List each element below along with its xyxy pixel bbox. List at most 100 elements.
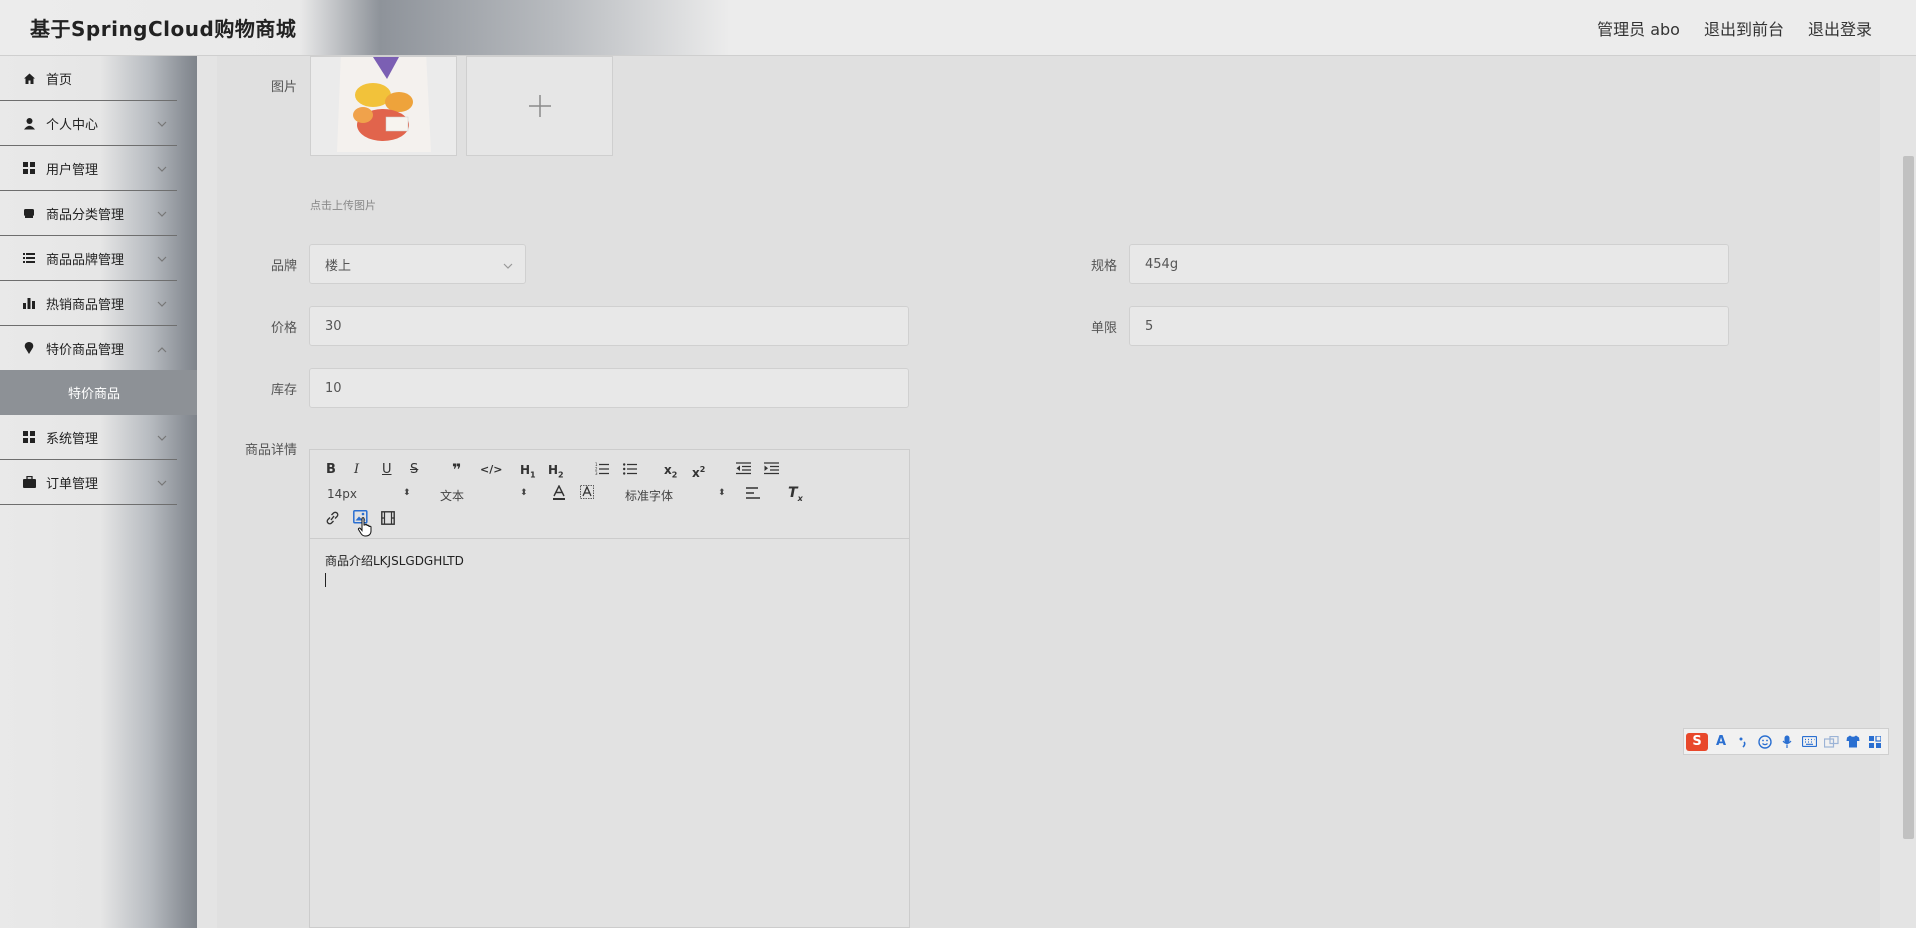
- back-to-front-link[interactable]: 退出到前台: [1704, 16, 1784, 40]
- pin-icon: [22, 341, 36, 355]
- price-input[interactable]: 30: [309, 306, 909, 346]
- ime-emoji-icon[interactable]: [1756, 733, 1774, 751]
- font-size-picker[interactable]: 14px ⬍: [327, 487, 411, 501]
- sidebar-item-hot[interactable]: 热销商品管理: [0, 281, 177, 326]
- ime-skin-icon[interactable]: [1844, 733, 1862, 751]
- sidebar-item-label: 个人中心: [46, 117, 99, 133]
- sidebar: 首页 个人中心 用户管理 商品分类管理 商品品牌管理 热销商品管理 特价商品管理…: [0, 56, 197, 928]
- limit-input-value: 5: [1145, 318, 1154, 334]
- logout-link[interactable]: 退出登录: [1808, 16, 1872, 40]
- superscript-icon[interactable]: x2: [692, 462, 705, 481]
- sidebar-item-users[interactable]: 用户管理: [0, 146, 177, 191]
- sidebar-item-category[interactable]: 商品分类管理: [0, 191, 177, 236]
- admin-user-link[interactable]: 管理员 abo: [1597, 16, 1680, 40]
- sidebar-item-orders[interactable]: 订单管理: [0, 460, 177, 505]
- updown-arrow-icon: ⬍: [403, 488, 411, 498]
- ime-voice-icon[interactable]: [1778, 733, 1796, 751]
- font-family-picker[interactable]: 标准字体 ⬍: [625, 487, 727, 504]
- upload-tip: 点击上传图片: [310, 199, 376, 212]
- scrollbar-thumb[interactable]: [1903, 156, 1914, 839]
- underline-icon[interactable]: U: [382, 462, 392, 478]
- sidebar-item-label: 系统管理: [46, 431, 99, 447]
- brand-select[interactable]: 楼上: [309, 244, 526, 284]
- sogou-logo-icon[interactable]: S: [1686, 732, 1708, 751]
- chevron-down-icon: [157, 162, 167, 177]
- italic-icon[interactable]: I: [354, 462, 359, 478]
- ime-punctuation-icon[interactable]: [1734, 733, 1752, 751]
- link-icon[interactable]: [325, 511, 340, 525]
- sidebar-item-label: 商品品牌管理: [46, 252, 125, 268]
- ime-mode-icon[interactable]: A: [1712, 733, 1730, 751]
- upload-image-button[interactable]: [466, 56, 613, 156]
- limit-input[interactable]: 5: [1129, 306, 1729, 346]
- sidebar-item-brand[interactable]: 商品品牌管理: [0, 236, 177, 281]
- top-header: 基于SpringCloud购物商城 管理员 abo 退出到前台 退出登录: [0, 0, 1916, 56]
- ime-more-icon[interactable]: [1866, 733, 1884, 751]
- list-icon: [22, 251, 36, 265]
- sidebar-subitem-special-goods[interactable]: 特价商品: [0, 370, 197, 415]
- plus-icon: [528, 95, 551, 117]
- sidebar-item-home[interactable]: 首页: [0, 56, 177, 101]
- indent-icon[interactable]: [764, 462, 779, 475]
- font-color-icon[interactable]: [552, 485, 566, 500]
- bullet-list-icon[interactable]: [623, 462, 637, 475]
- code-icon[interactable]: </>: [480, 462, 502, 478]
- updown-arrow-icon: ⬍: [520, 488, 528, 498]
- chevron-down-icon: [157, 476, 167, 491]
- heading1-icon[interactable]: H1: [520, 462, 536, 483]
- rich-text-editor: B I U S ❞ </> H1 H2 123 x2 x2 14px ⬍ 文本 …: [309, 449, 910, 928]
- outdent-icon[interactable]: [736, 462, 751, 475]
- chevron-down-icon: [157, 207, 167, 222]
- editor-content[interactable]: 商品介绍LKJSLGDGHLTD: [310, 540, 909, 927]
- bold-icon[interactable]: B: [326, 462, 336, 478]
- stock-input[interactable]: 10: [309, 368, 909, 408]
- sidebar-item-label: 用户管理: [46, 162, 99, 178]
- sidebar-item-label: 热销商品管理: [46, 297, 125, 313]
- editor-toolbar: B I U S ❞ </> H1 H2 123 x2 x2 14px ⬍ 文本 …: [310, 450, 909, 539]
- spec-input-value: 454g: [1145, 256, 1179, 272]
- spec-label: 规格: [1090, 259, 1117, 274]
- video-insert-icon[interactable]: [381, 511, 395, 525]
- header-nav: 管理员 abo 退出到前台 退出登录: [1597, 16, 1872, 40]
- chevron-down-icon: [157, 431, 167, 446]
- blockquote-icon[interactable]: ❞: [452, 462, 461, 478]
- background-color-icon[interactable]: [580, 485, 594, 500]
- editor-text: 商品介绍LKJSLGDGHLTD: [325, 554, 464, 568]
- subscript-icon[interactable]: x2: [664, 462, 677, 483]
- ime-toolbar: S A: [1683, 728, 1889, 755]
- chevron-down-icon: [157, 297, 167, 312]
- spec-input[interactable]: 454g: [1129, 244, 1729, 284]
- image-label: 图片: [270, 80, 297, 95]
- ime-keyboard-icon[interactable]: [1800, 733, 1818, 751]
- clear-format-icon[interactable]: Tx: [788, 485, 803, 507]
- stock-label: 库存: [270, 383, 297, 398]
- block-type-picker[interactable]: 文本 ⬍: [440, 487, 528, 504]
- stock-input-value: 10: [325, 380, 342, 396]
- product-image-thumbnail[interactable]: [310, 56, 457, 156]
- price-input-value: 30: [325, 318, 342, 334]
- heading2-icon[interactable]: H2: [548, 462, 564, 483]
- sidebar-item-label: 首页: [46, 72, 73, 88]
- strikethrough-icon[interactable]: S: [410, 462, 418, 478]
- ime-tools-icon[interactable]: [1822, 733, 1840, 751]
- svg-text:3: 3: [595, 471, 598, 475]
- sidebar-item-system[interactable]: 系统管理: [0, 415, 177, 460]
- font-size-value: 14px: [327, 487, 357, 501]
- chevron-up-icon: [157, 342, 167, 357]
- mouse-pointer-icon: [357, 517, 373, 537]
- box-icon: [22, 206, 36, 220]
- ordered-list-icon[interactable]: 123: [595, 462, 609, 475]
- home-icon: [22, 71, 36, 85]
- font-family-value: 标准字体: [625, 489, 674, 503]
- brand-label: 品牌: [270, 259, 297, 274]
- chevron-down-icon: [157, 252, 167, 267]
- app-title: 基于SpringCloud购物商城: [30, 17, 297, 41]
- align-icon[interactable]: [746, 487, 760, 499]
- briefcase-icon: [22, 475, 36, 489]
- sidebar-item-special[interactable]: 特价商品管理: [0, 326, 177, 371]
- sidebar-item-profile[interactable]: 个人中心: [0, 101, 177, 146]
- grid-icon: [22, 430, 36, 444]
- chevron-down-icon: [503, 259, 513, 274]
- price-label: 价格: [270, 321, 297, 336]
- limit-label: 单限: [1090, 321, 1117, 336]
